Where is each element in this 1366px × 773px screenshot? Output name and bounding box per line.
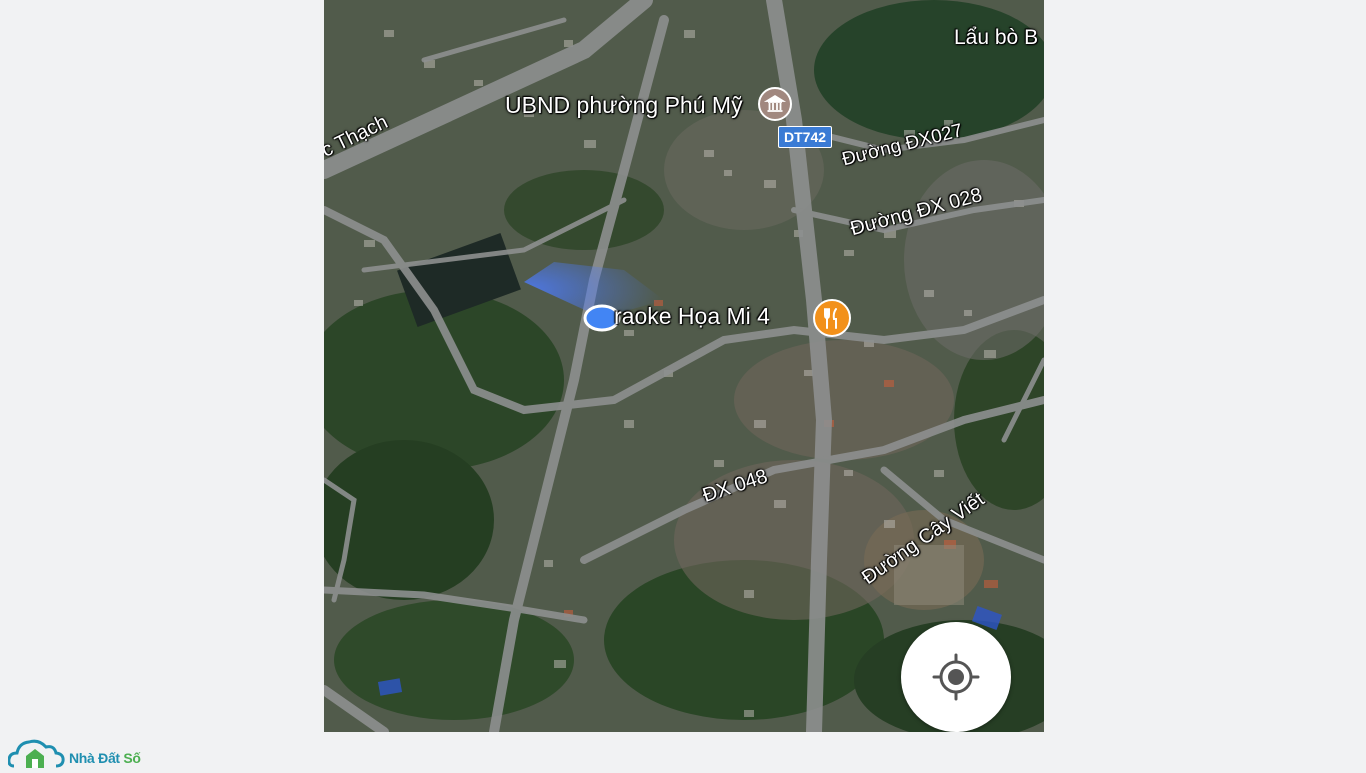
my-location-button[interactable] [901, 622, 1011, 732]
satellite-map[interactable]: UBND phường Phú Mỹ raoke Họa Mi 4 Lẩu bò… [324, 0, 1044, 732]
government-building-icon[interactable] [758, 87, 792, 121]
house-cloud-logo-icon [7, 739, 65, 768]
brand-logo: Nhà Đất Số [7, 733, 168, 768]
restaurant-icon[interactable] [813, 299, 851, 337]
place-label-lau-bo[interactable]: Lẩu bò B [954, 26, 1038, 50]
logo-text-primary: Nhà Đất [69, 750, 120, 766]
route-shield-dt742: DT742 [778, 126, 833, 148]
place-label-ubnd[interactable]: UBND phường Phú Mỹ [505, 92, 743, 119]
place-label-karaoke[interactable]: raoke Họa Mi 4 [614, 303, 770, 330]
logo-text-accent: Số [123, 750, 141, 766]
my-location-icon [932, 653, 980, 701]
